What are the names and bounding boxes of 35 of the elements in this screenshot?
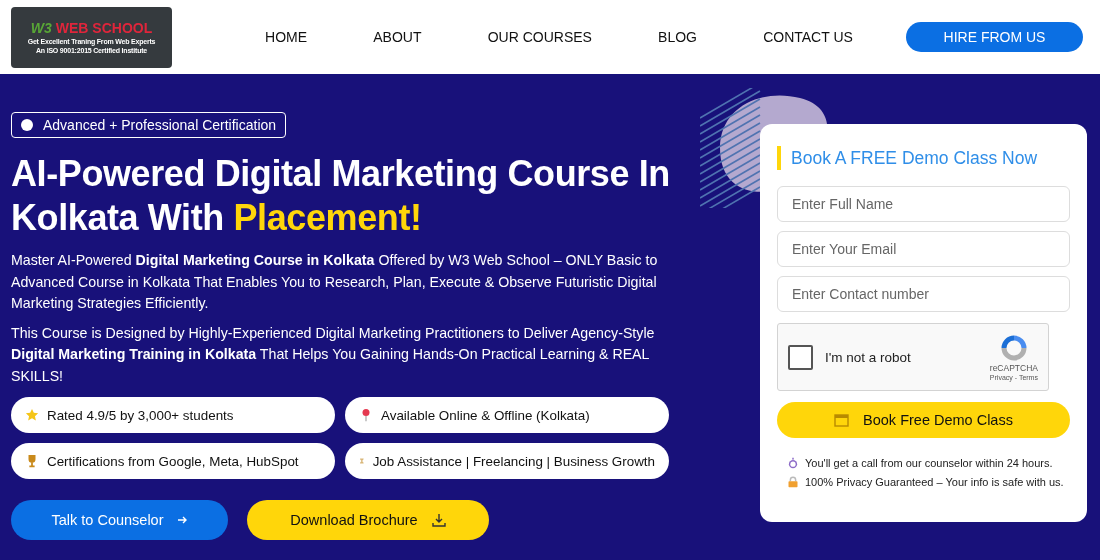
input-field[interactable]: Enter Your Email [777, 231, 1070, 267]
nav-link[interactable]: OUR COURSES [487, 29, 592, 45]
input-field[interactable]: Enter Contact number [777, 276, 1070, 312]
logo-name: WEB SCHOOL [55, 20, 153, 36]
captcha-logo-icon [999, 333, 1028, 362]
form-note: You'll get a call from our counselor within 24 hours. [805, 457, 1053, 469]
hero-description: This Course is Designed by Highly-Experienced Digital Marketing Practitioners to Deliver Agency-Style Digital Marketing Training in Kolkata That Helps You Gaining Hands-On Practical Learning & REAL SKILLS! [11, 323, 656, 386]
hero-title: AI-Powered Digital Marketing Course In Kolkata With Placement! [11, 152, 671, 240]
feature-pill: Rated 4.9/5 by 3,000+ students [11, 397, 335, 433]
download-icon [431, 513, 446, 527]
talk-to-counselor-button[interactable]: Talk to Counselor [11, 500, 228, 540]
nav-link[interactable]: CONTACT US [763, 29, 853, 45]
hire-button[interactable]: HIRE FROM US [906, 22, 1083, 52]
certification-badge: Advanced + Professional Certification [11, 112, 287, 138]
captcha-label: I'm not a robot [825, 349, 912, 365]
nav-link[interactable]: BLOG [658, 29, 697, 45]
captcha-checkbox[interactable] [788, 344, 813, 370]
form-note: 100% Privacy Guaranteed – Your info is safe with us. [805, 476, 1064, 488]
nav-link[interactable]: HOME [265, 29, 308, 45]
calendar-icon [834, 413, 850, 427]
hero-description: Master AI-Powered Digital Marketing Course in Kolkata Offered by W3 Web School – ONLY Basic to Advanced Course in Kolkata That Enables You to Research, Plan, Execute & Observe Futuristic Digital Marketing Strategies Efficiently. [11, 251, 659, 313]
feature-pill: Job Assistance | Freelancing | Business Growth [345, 443, 669, 479]
download-brochure-button[interactable]: Download Brochure [247, 500, 489, 540]
feature-pill: Available Online & Offline (Kolkata) [345, 397, 669, 433]
input-field[interactable]: Enter Full Name [777, 186, 1070, 222]
arrow-right-icon [177, 516, 188, 524]
lock-icon [787, 476, 799, 488]
form-title: Book A FREE Demo Class Now [777, 146, 1070, 170]
feature-pill: Certifications from Google, Meta, HubSpot [11, 443, 335, 479]
captcha-brand: reCAPTCHA [989, 362, 1038, 373]
nav-link[interactable]: ABOUT [373, 29, 422, 45]
stopwatch-icon [787, 457, 799, 469]
star-icon [25, 408, 39, 422]
logo-mark: W3 [30, 20, 52, 36]
book-demo-button[interactable]: Book Free Demo Class [777, 402, 1070, 438]
